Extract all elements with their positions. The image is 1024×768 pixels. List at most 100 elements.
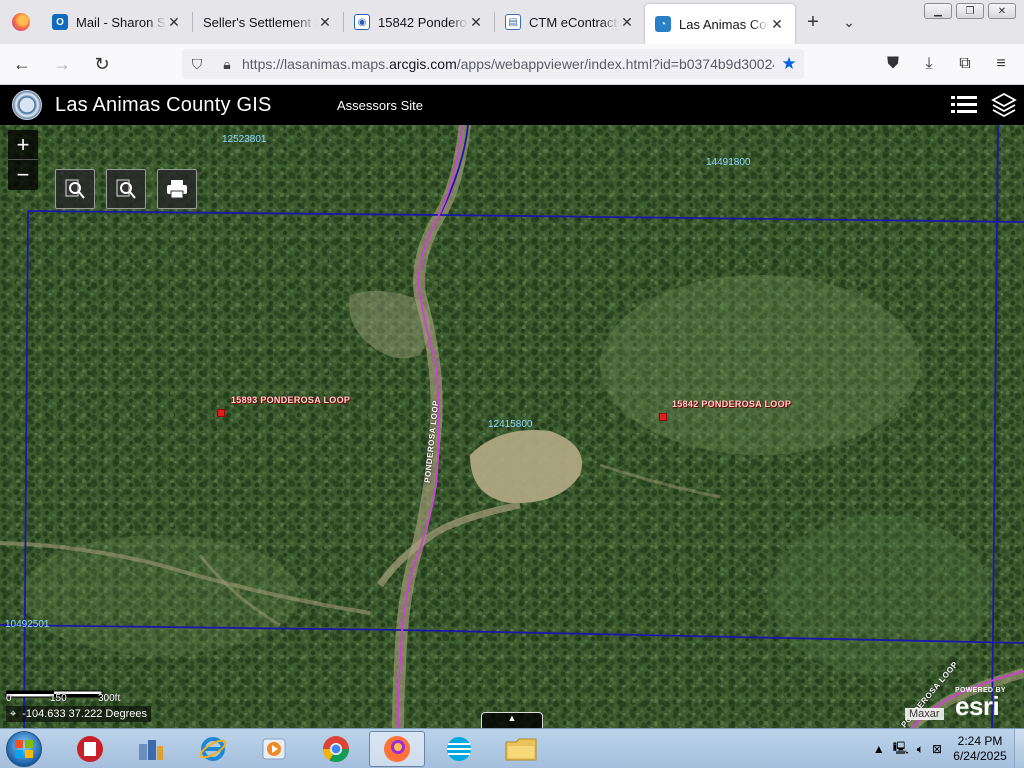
- lock-icon[interactable]: 🔒︎: [212, 56, 242, 73]
- toolbar-right: ⛊ ⤓ ⧉ ≡: [878, 48, 1016, 80]
- map-view[interactable]: 12523801 14491800 12415800 10492501 1589…: [0, 125, 1024, 728]
- new-tab-button[interactable]: +: [795, 0, 831, 44]
- back-button[interactable]: ←: [4, 48, 40, 80]
- zoom-in-button[interactable]: +: [8, 130, 38, 160]
- attribute-table-toggle[interactable]: ▲: [481, 712, 543, 728]
- list-menu-icon[interactable]: [950, 90, 978, 120]
- app-header: Las Animas County GIS Assessors Site: [0, 85, 1024, 125]
- firefox-menu-button[interactable]: [0, 0, 42, 44]
- tab-mail[interactable]: O Mail - Sharon Sciacca ✕: [42, 0, 192, 44]
- crosshair-icon[interactable]: ⌖: [10, 708, 16, 721]
- clock-time: 2:24 PM: [957, 734, 1003, 748]
- show-hidden-icons[interactable]: ▲: [873, 742, 885, 756]
- taskbar-chrome[interactable]: [308, 731, 364, 767]
- address-point-marker[interactable]: [217, 409, 225, 417]
- scale-label-mid: 150: [50, 693, 67, 704]
- parcel-number-label: 14491800: [706, 157, 751, 168]
- tab-ctm-econtracts[interactable]: ▤ CTM eContracts ✕: [495, 0, 645, 44]
- maximize-button[interactable]: ❐: [956, 3, 984, 19]
- layers-icon[interactable]: [990, 90, 1018, 120]
- downloads-icon[interactable]: ⤓: [914, 48, 944, 80]
- taskbar-internet-explorer[interactable]: [185, 731, 241, 767]
- county-seal-logo: [12, 90, 42, 120]
- arcgis-icon: ◔: [655, 16, 671, 32]
- location-pin-icon: ◉: [354, 14, 370, 30]
- tab-label: 15842 Ponderosa Loop: [378, 14, 468, 30]
- volume-icon[interactable]: 🔈︎: [917, 742, 924, 757]
- parcel-number-label: 12415800: [488, 419, 533, 430]
- browser-tab-bar: O Mail - Sharon Sciacca ✕ Seller's Settl…: [0, 0, 1024, 44]
- outlook-icon: O: [52, 14, 68, 30]
- system-tools-icon: [139, 740, 163, 760]
- scale-label-zero: 0: [6, 693, 12, 704]
- close-tab-icon[interactable]: ✕: [468, 14, 484, 31]
- scale-bar: 0 150 300ft: [5, 687, 128, 705]
- start-button[interactable]: [6, 730, 42, 767]
- tab-label: Mail - Sharon Sciacca: [76, 14, 166, 30]
- taskbar-att[interactable]: [431, 731, 487, 767]
- address-label: 15893 PONDEROSA LOOP: [231, 395, 351, 405]
- tab-ponderosa-loop[interactable]: ◉ 15842 Ponderosa Loop ✕: [344, 0, 494, 44]
- minimize-button[interactable]: ▁: [924, 3, 952, 19]
- list-all-tabs-button[interactable]: ⌄: [831, 0, 867, 44]
- map-tools: [55, 169, 197, 209]
- imagery-attribution[interactable]: Maxar: [905, 708, 944, 720]
- bookmark-star-icon[interactable]: ★: [774, 54, 804, 74]
- app-subtitle: Assessors Site: [337, 97, 423, 113]
- internet-explorer-icon: [199, 737, 227, 761]
- parcel-search-button[interactable]: [55, 169, 95, 209]
- firefox-icon: [384, 736, 410, 762]
- media-player-icon: [262, 738, 286, 760]
- taskbar-media-player[interactable]: [246, 731, 302, 767]
- device-icon[interactable]: 🖳︎: [893, 739, 909, 760]
- app-title: Las Animas County GIS: [55, 93, 272, 116]
- tab-las-animas-gis[interactable]: ◔ Las Animas County GIS ✕: [645, 4, 795, 44]
- url-text[interactable]: https://lasanimas.maps.arcgis.com/apps/w…: [242, 56, 774, 72]
- taskbar-file-explorer[interactable]: [493, 731, 549, 767]
- forward-button[interactable]: →: [44, 48, 80, 80]
- address-label: 15842 PONDEROSA LOOP: [672, 399, 792, 409]
- clock[interactable]: 2:24 PM 6/24/2025: [950, 734, 1010, 764]
- folder-icon: [505, 738, 537, 761]
- clock-date: 6/24/2025: [953, 749, 1007, 763]
- firefox-icon: [12, 13, 30, 31]
- search-document-icon: [116, 179, 136, 199]
- pocket-icon[interactable]: ⛊: [878, 48, 908, 80]
- close-tab-icon[interactable]: ✕: [619, 14, 635, 31]
- print-button[interactable]: [157, 169, 197, 209]
- esri-wordmark: esri: [955, 691, 1000, 721]
- scale-label-end: 300ft: [98, 693, 121, 704]
- esri-logo[interactable]: POWERED BY esri: [955, 687, 1006, 721]
- parcel-number-label: 10492501: [5, 619, 50, 630]
- shield-icon[interactable]: ⛉: [182, 56, 212, 73]
- close-tab-icon[interactable]: ✕: [769, 16, 785, 33]
- taskbar-settings-app[interactable]: [123, 731, 179, 767]
- taskbar-firefox[interactable]: [369, 731, 425, 767]
- address-bar[interactable]: ⛉ 🔒︎ https://lasanimas.maps.arcgis.com/a…: [182, 49, 804, 79]
- hamburger-menu-icon[interactable]: ≡: [986, 48, 1016, 80]
- window-controls: ▁ ❐ ✕: [924, 3, 1016, 19]
- printer-icon: [167, 180, 187, 199]
- extensions-icon[interactable]: ⧉: [950, 48, 980, 80]
- zoom-out-button[interactable]: −: [8, 160, 38, 190]
- system-tray: ▲ 🖳︎ 🔈︎ ⊠ 2:24 PM 6/24/2025: [873, 729, 1010, 768]
- coordinate-text: -104.633 37.222 Degrees: [22, 708, 147, 720]
- close-tab-icon[interactable]: ✕: [317, 14, 333, 31]
- address-point-marker[interactable]: [659, 413, 667, 421]
- parcel-number-label: 12523801: [222, 134, 267, 145]
- tab-settlement-statement[interactable]: Seller's Settlement Statement ✕: [193, 0, 343, 44]
- coordinate-readout: ⌖ -104.633 37.222 Degrees: [6, 706, 151, 722]
- tab-label: CTM eContracts: [529, 14, 619, 30]
- show-desktop-button[interactable]: [1014, 729, 1024, 768]
- network-icon[interactable]: ⊠: [932, 742, 942, 756]
- close-tab-icon[interactable]: ✕: [166, 14, 182, 31]
- att-globe-icon: [447, 737, 471, 761]
- close-window-button[interactable]: ✕: [988, 3, 1016, 19]
- windows-logo-icon: [15, 739, 33, 758]
- red-document-app-icon: [77, 736, 103, 762]
- address-search-button[interactable]: [106, 169, 146, 209]
- tab-label: Las Animas County GIS: [679, 16, 769, 32]
- taskbar-docs-app[interactable]: [62, 731, 118, 767]
- reload-button[interactable]: ↻: [84, 48, 120, 80]
- windows-taskbar: ▲ 🖳︎ 🔈︎ ⊠ 2:24 PM 6/24/2025: [0, 728, 1024, 768]
